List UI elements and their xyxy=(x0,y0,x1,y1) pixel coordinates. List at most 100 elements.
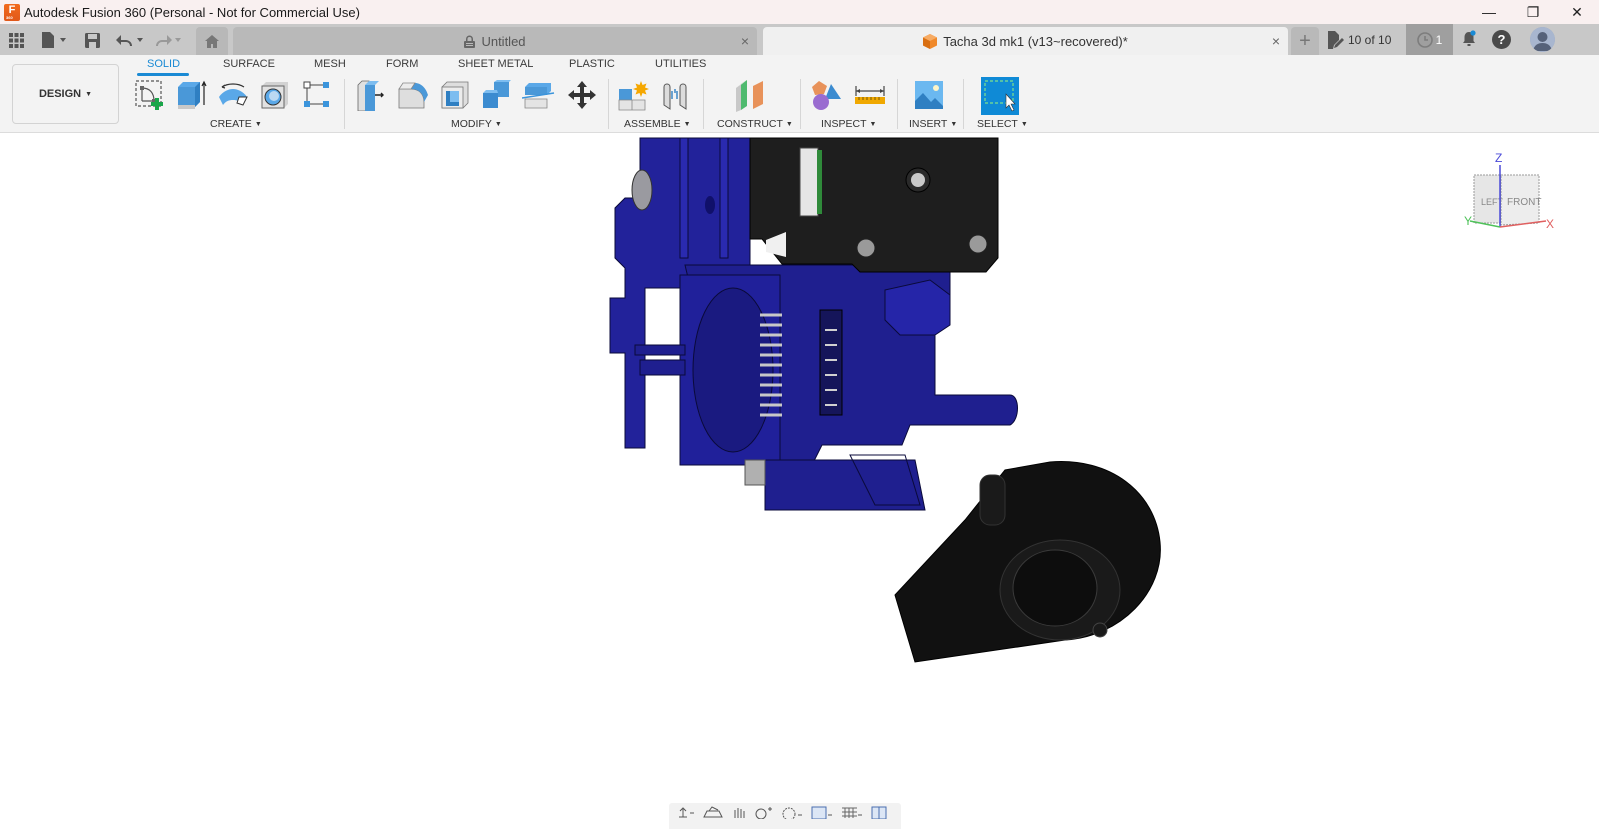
group-label: INSPECT xyxy=(821,118,867,130)
minimize-button[interactable]: — xyxy=(1467,0,1511,24)
active-tab-indicator xyxy=(137,73,189,76)
revolve-icon xyxy=(219,83,248,106)
split-body-tool[interactable] xyxy=(522,78,556,112)
joint-tool[interactable] xyxy=(660,78,694,112)
insert-menu[interactable]: INSERT ▼ xyxy=(909,118,957,130)
fillet-tool[interactable] xyxy=(396,78,430,112)
tab-sheet-metal[interactable]: SHEET METAL xyxy=(458,58,533,70)
press-pull-icon xyxy=(357,80,384,111)
close-tab-icon[interactable]: × xyxy=(741,33,749,49)
tab-label: Tacha 3d mk1 (v13~recovered)* xyxy=(943,33,1128,49)
tab-mesh[interactable]: MESH xyxy=(314,58,346,70)
redo-icon[interactable] xyxy=(155,28,185,52)
group-label: ASSEMBLE xyxy=(624,118,681,130)
group-divider xyxy=(608,79,609,129)
offset-plane-tool[interactable] xyxy=(733,78,767,112)
orbit-button[interactable] xyxy=(677,805,695,819)
revolve-tool[interactable] xyxy=(216,78,250,112)
split-body-icon xyxy=(522,83,555,109)
extrude-icon xyxy=(178,80,207,109)
notifications-bell-icon[interactable] xyxy=(1460,30,1478,53)
grid-icon xyxy=(842,807,862,818)
chevron-down-icon: ▼ xyxy=(1020,120,1028,128)
axis-x-label: X xyxy=(1546,217,1554,231)
move-copy-tool[interactable] xyxy=(565,78,599,112)
joint-icon xyxy=(663,83,687,110)
group-divider xyxy=(344,79,345,129)
user-silhouette-icon xyxy=(1530,27,1555,52)
window-controls: — ❐ ✕ xyxy=(1467,0,1599,24)
document-pencil-icon xyxy=(1328,31,1344,49)
extrude-tool[interactable] xyxy=(174,78,208,112)
offset-plane-icon xyxy=(736,80,763,112)
undo-icon[interactable] xyxy=(115,28,145,52)
restore-button[interactable]: ❐ xyxy=(1511,0,1555,24)
group-label: MODIFY xyxy=(451,118,492,130)
tab-form[interactable]: FORM xyxy=(386,58,418,70)
file-menu-icon[interactable] xyxy=(40,28,68,52)
insert-image-tool[interactable] xyxy=(912,78,946,112)
viewcube[interactable]: LEFT FRONT Z Y X xyxy=(1462,145,1562,240)
user-avatar[interactable] xyxy=(1530,27,1555,52)
display-settings-button[interactable] xyxy=(811,805,833,819)
home-tab[interactable] xyxy=(196,27,228,55)
fillet-icon xyxy=(398,82,428,109)
combine-icon xyxy=(483,80,511,108)
pattern-tool[interactable] xyxy=(300,78,334,112)
job-status-button[interactable]: 1 xyxy=(1406,24,1453,55)
tab-solid[interactable]: SOLID xyxy=(147,58,180,70)
group-label: CREATE xyxy=(210,118,252,130)
chevron-down-icon: ▼ xyxy=(494,120,502,128)
orbit-icon xyxy=(679,807,694,818)
construct-menu[interactable]: CONSTRUCT ▼ xyxy=(717,118,793,130)
tab-untitled[interactable]: Untitled × xyxy=(233,27,757,55)
chevron-down-icon: ▼ xyxy=(683,120,691,128)
pan-button[interactable] xyxy=(731,805,747,819)
press-pull-tool[interactable] xyxy=(354,78,388,112)
new-tab-button[interactable]: + xyxy=(1291,27,1319,55)
data-panel-grid-icon[interactable] xyxy=(6,28,26,52)
modify-menu[interactable]: MODIFY ▼ xyxy=(451,118,502,130)
help-button[interactable]: ? xyxy=(1492,30,1511,49)
inspect-menu[interactable]: INSPECT ▼ xyxy=(821,118,876,130)
zoom-button[interactable] xyxy=(755,805,773,819)
save-icon[interactable] xyxy=(83,28,101,52)
tab-tacha-3d-mk1[interactable]: Tacha 3d mk1 (v13~recovered)* × xyxy=(763,27,1288,55)
create-sketch-icon xyxy=(135,80,163,110)
create-menu[interactable]: CREATE ▼ xyxy=(210,118,262,130)
combine-tool[interactable] xyxy=(480,78,514,112)
hole-tool[interactable] xyxy=(258,78,292,112)
create-sketch-tool[interactable] xyxy=(133,78,167,112)
version-label: 10 of 10 xyxy=(1348,33,1392,47)
grid-snaps-button[interactable] xyxy=(841,805,863,819)
insert-image-icon xyxy=(915,81,943,109)
select-menu[interactable]: SELECT ▼ xyxy=(977,118,1028,130)
interference-tool[interactable] xyxy=(809,78,843,112)
canvas-viewport[interactable]: LEFT FRONT Z Y X xyxy=(0,134,1599,829)
axis-y-label: Y xyxy=(1464,214,1472,228)
look-at-button[interactable] xyxy=(703,805,723,819)
close-button[interactable]: ✕ xyxy=(1555,0,1599,24)
chevron-down-icon: ▼ xyxy=(950,120,958,128)
group-label: SELECT xyxy=(977,118,1018,130)
workspace-label: DESIGN xyxy=(38,88,82,100)
version-history-button[interactable]: 10 of 10 xyxy=(1326,28,1391,52)
viewports-button[interactable] xyxy=(871,805,891,819)
shell-tool[interactable] xyxy=(438,78,472,112)
inspect-shapes-icon xyxy=(812,81,841,110)
viewcube-front-face[interactable]: FRONT xyxy=(1507,197,1541,208)
fit-button[interactable] xyxy=(781,805,803,819)
tab-surface[interactable]: SURFACE xyxy=(223,58,275,70)
window-select-tool[interactable] xyxy=(981,77,1019,115)
shell-icon xyxy=(441,81,469,109)
close-tab-icon[interactable]: × xyxy=(1272,33,1280,49)
window-title: Autodesk Fusion 360 (Personal - Not for … xyxy=(24,4,360,20)
new-component-tool[interactable] xyxy=(617,78,651,112)
tab-utilities[interactable]: UTILITIES xyxy=(655,58,706,70)
group-divider xyxy=(897,79,898,129)
workspace-switcher[interactable]: DESIGN ▼ xyxy=(12,64,119,124)
fusion-logo-icon: F 360 xyxy=(4,3,20,21)
measure-tool[interactable] xyxy=(853,78,887,112)
assemble-menu[interactable]: ASSEMBLE ▼ xyxy=(624,118,691,130)
tab-plastic[interactable]: PLASTIC xyxy=(569,58,615,70)
